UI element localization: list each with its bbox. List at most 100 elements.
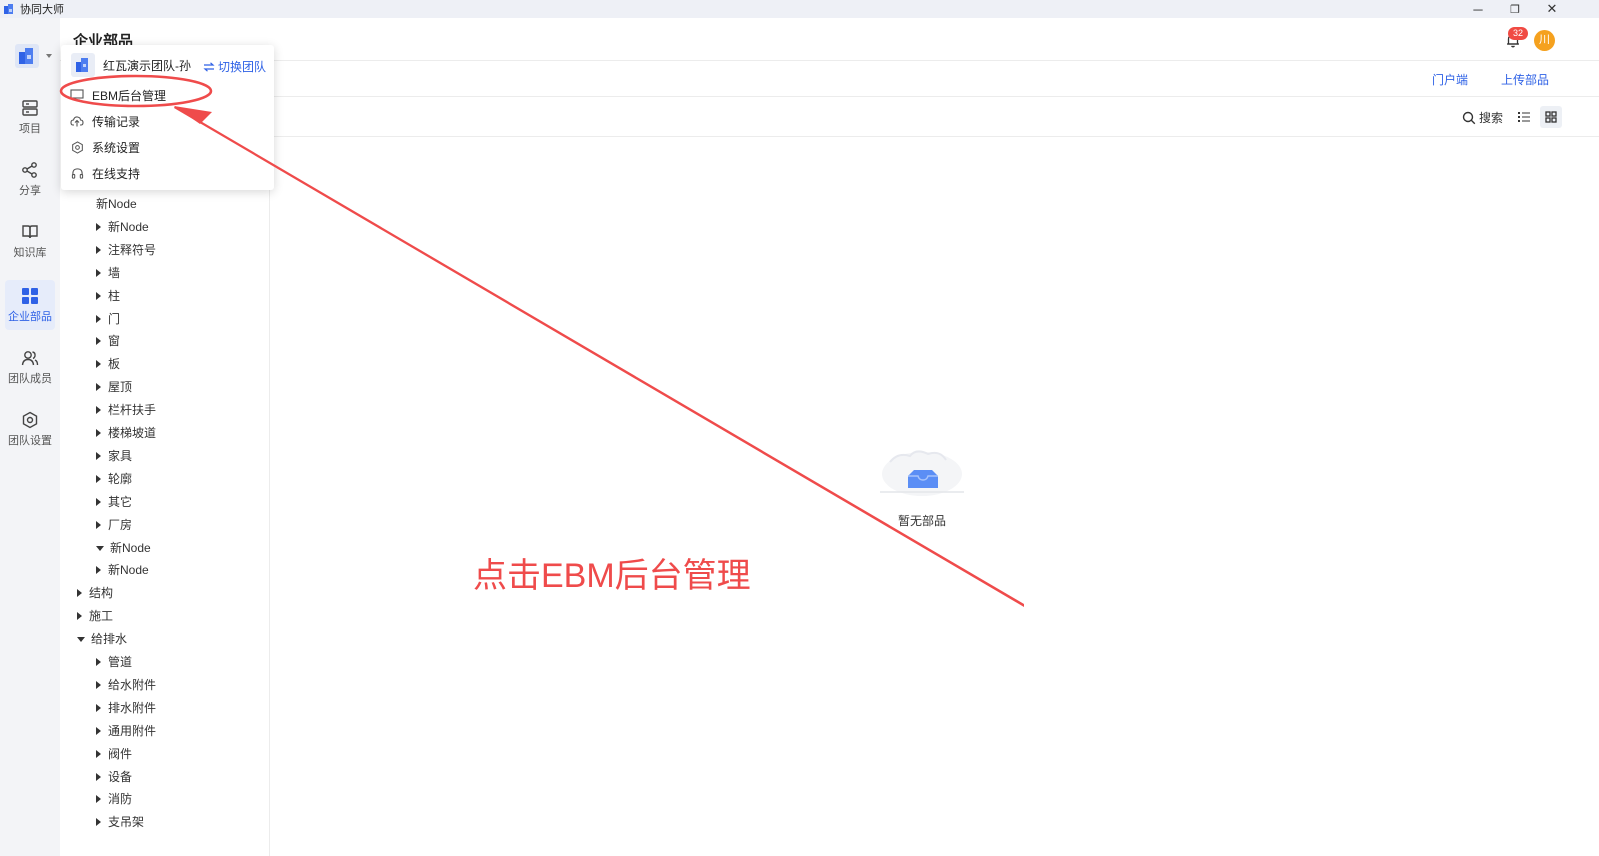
app-name: 协同大师 [20,4,64,16]
tree-item[interactable]: 其它 [96,492,132,512]
caret-right-icon[interactable] [96,658,101,666]
restore-icon: ❐ [1510,3,1520,16]
caret-down-icon[interactable] [96,545,104,551]
rail-item-team-settings[interactable]: 团队设置 [5,404,55,454]
caret-right-icon[interactable] [96,269,101,277]
menu-item-online-support[interactable]: 在线支持 [70,163,140,183]
tree-item[interactable]: 新Node [96,217,149,237]
tree-item[interactable]: 轮廓 [96,469,132,489]
tree-item[interactable]: 屋顶 [96,377,132,397]
tree-item[interactable]: 通用附件 [96,721,156,741]
caret-right-icon[interactable] [96,406,101,414]
caret-right-icon[interactable] [77,612,82,620]
tree-item[interactable]: 栏杆扶手 [96,400,156,420]
menu-item-label: 系统设置 [92,140,141,155]
tree-item[interactable]: 新Node [96,194,137,214]
app-window: 协同大师 ─ ❐ ✕ 项目 分享 知识库 企业部品 团队成员 团队设置 企业部品… [0,0,1599,856]
list-view-icon[interactable] [1517,110,1531,124]
tree-item[interactable]: 施工 [77,606,113,626]
headset-icon [71,167,83,179]
caret-right-icon[interactable] [96,681,101,689]
switch-team-label: 切换团队 [218,60,267,74]
tree-item-label: 其它 [108,495,133,509]
rail-item-share[interactable]: 分享 [5,154,55,204]
caret-right-icon[interactable] [96,383,101,391]
caret-right-icon[interactable] [77,589,82,597]
tree-item-label: 楼梯坡道 [108,426,157,440]
tree-item[interactable]: 设备 [96,767,132,787]
tree-item[interactable]: 柱 [96,286,120,306]
tree-item[interactable]: 窗 [96,331,120,351]
header-divider [60,60,1599,61]
caret-right-icon[interactable] [96,223,101,231]
team-settings-icon [22,411,38,428]
project-icon [22,99,38,116]
menu-item-ebm-admin[interactable]: EBM后台管理 [70,85,166,105]
tree-item[interactable]: 门 [96,309,120,329]
avatar[interactable]: 川 [1534,30,1555,51]
caret-right-icon[interactable] [96,704,101,712]
restore-button[interactable]: ❐ [1497,0,1533,18]
caret-right-icon[interactable] [96,337,101,345]
close-button[interactable]: ✕ [1534,0,1570,18]
tree-item[interactable]: 板 [96,354,120,374]
tree-item[interactable]: 给水附件 [96,675,156,695]
tree-item-label: 阀件 [108,747,133,761]
tree-item-label: 轮廓 [108,472,133,486]
rail-item-knowledge-base[interactable]: 知识库 [5,216,55,266]
tree-item[interactable]: 厂房 [96,515,132,535]
tree-item[interactable]: 新Node [96,538,151,558]
caret-right-icon[interactable] [96,773,101,781]
caret-right-icon[interactable] [96,498,101,506]
tree-item[interactable]: 新Node [96,560,149,580]
rail-item-project[interactable]: 项目 [5,92,55,142]
tree-item[interactable]: 排水附件 [96,698,156,718]
tree-item[interactable]: 支吊架 [96,812,144,832]
minimize-button[interactable]: ─ [1460,0,1496,18]
caret-right-icon[interactable] [96,452,101,460]
chevron-down-icon [46,54,52,58]
tree-item-label: 注释符号 [108,243,157,257]
upload-parts-link[interactable]: 上传部品 [1501,71,1549,88]
caret-right-icon[interactable] [96,246,101,254]
portal-link[interactable]: 门户端 [1432,71,1468,88]
caret-right-icon[interactable] [96,475,101,483]
rail-item-enterprise-parts[interactable]: 企业部品 [5,280,55,330]
menu-item-transfer-records[interactable]: 传输记录 [70,111,140,131]
switch-team-button[interactable]: 切换团队 [203,58,266,75]
caret-right-icon[interactable] [96,521,101,529]
rail-item-label: 团队成员 [8,372,52,385]
caret-right-icon[interactable] [96,315,101,323]
window-titlebar: 协同大师 ─ ❐ ✕ [0,0,1599,18]
tree-item[interactable]: 给排水 [77,629,127,649]
tree-item-label: 厂房 [108,518,133,532]
caret-right-icon[interactable] [96,750,101,758]
rail-item-label: 团队设置 [8,434,52,447]
tree-item[interactable]: 注释符号 [96,240,156,260]
tree-item[interactable]: 家具 [96,446,132,466]
tree-item[interactable]: 管道 [96,652,132,672]
caret-right-icon[interactable] [96,818,101,826]
caret-right-icon[interactable] [96,429,101,437]
tree-item[interactable]: 墙 [96,263,120,283]
nav-rail: 项目 分享 知识库 企业部品 团队成员 团队设置 [0,18,60,856]
caret-right-icon[interactable] [96,795,101,803]
minimize-icon: ─ [1473,1,1483,17]
caret-right-icon[interactable] [96,292,101,300]
search-button[interactable]: 搜索 [1462,109,1503,126]
rail-item-team-members[interactable]: 团队成员 [5,342,55,392]
tree-item[interactable]: 阀件 [96,744,132,764]
menu-item-system-settings[interactable]: 系统设置 [70,137,140,157]
grid-view-button[interactable] [1540,106,1562,128]
tree-item[interactable]: 结构 [77,583,113,603]
tree-item-label: 支吊架 [108,815,145,829]
caret-right-icon[interactable] [96,727,101,735]
tree-item-label: 通用附件 [108,724,157,738]
tree-item[interactable]: 楼梯坡道 [96,423,156,443]
rail-item-label: 项目 [19,122,41,135]
caret-right-icon[interactable] [96,566,101,574]
caret-right-icon[interactable] [96,360,101,368]
tree-item[interactable]: 消防 [96,789,132,809]
empty-box-icon [880,450,964,496]
caret-down-icon[interactable] [77,636,85,642]
